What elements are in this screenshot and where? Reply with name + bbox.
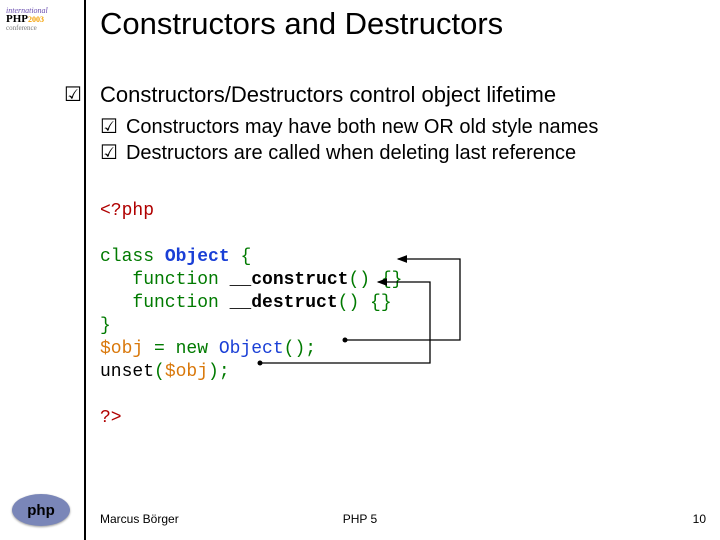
sidebar: international PHP2003 conference — [0, 0, 86, 540]
slide-title: Constructors and Destructors — [100, 6, 503, 42]
logo-line3: conference — [6, 24, 48, 33]
sub-bullet-list: ☑ Constructors may have both new OR old … — [100, 114, 598, 166]
slide: international PHP2003 conference Constru… — [0, 0, 720, 540]
code-block: <?php class Object { function __construc… — [100, 200, 402, 430]
logo-line2: PHP2003 — [6, 15, 48, 24]
list-item-text: Constructors may have both new OR old st… — [126, 114, 598, 140]
main-bullet-text: Constructors/Destructors control object … — [100, 82, 556, 108]
conference-logo: international PHP2003 conference — [6, 6, 48, 33]
page-number: 10 — [693, 512, 706, 526]
check-icon: ☑ — [100, 114, 118, 140]
list-item: ☑ Constructors may have both new OR old … — [100, 114, 598, 140]
check-icon: ☑ — [64, 84, 82, 106]
list-item-text: Destructors are called when deleting las… — [126, 140, 576, 166]
footer-title: PHP 5 — [0, 512, 720, 526]
main-bullet-icon: ☑ — [64, 82, 82, 107]
check-icon: ☑ — [100, 140, 118, 166]
list-item: ☑ Destructors are called when deleting l… — [100, 140, 598, 166]
